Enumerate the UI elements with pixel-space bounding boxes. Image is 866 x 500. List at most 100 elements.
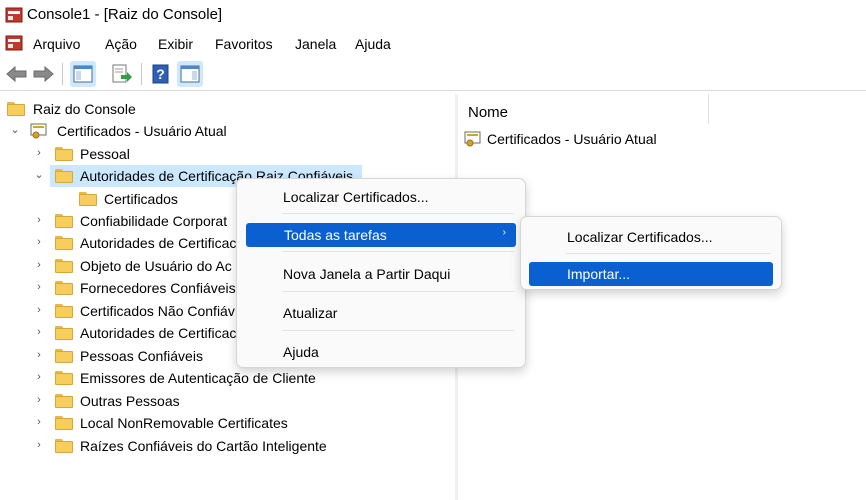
toolbar-separator <box>141 63 142 85</box>
export-list-button[interactable] <box>108 61 134 87</box>
svg-text:?: ? <box>156 66 165 82</box>
menu-separator <box>282 330 514 331</box>
back-arrow-icon <box>6 65 27 83</box>
forward-arrow-icon <box>33 65 54 83</box>
menu-ajuda[interactable]: Ajuda <box>355 36 391 52</box>
toolbar-separator <box>62 63 63 85</box>
tree-item-outras-pessoas[interactable]: › Outras Pessoas <box>0 390 455 412</box>
tree-item-label: Emissores de Autenticação de Cliente <box>80 370 316 386</box>
menu-item-label: Localizar Certificados... <box>567 229 713 245</box>
list-item[interactable]: Certificados - Usuário Atual <box>464 128 724 150</box>
chevron-down-icon[interactable]: ⌄ <box>9 124 21 136</box>
menu-separator <box>282 291 514 292</box>
tree-item-label: Autoridades de Certificac <box>80 325 237 341</box>
menu-item-localizar-certificados-sub[interactable]: Localizar Certificados... <box>529 225 773 249</box>
chevron-right-icon[interactable]: › <box>33 394 45 406</box>
folder-icon <box>55 214 73 228</box>
chevron-right-icon[interactable]: › <box>33 304 45 316</box>
context-menu: Localizar Certificados... Todas as taref… <box>236 178 526 368</box>
menu-item-label: Atualizar <box>283 305 338 321</box>
toolbar: ? <box>0 58 866 91</box>
menu-item-todas-tarefas[interactable]: Todas as tarefas › <box>246 223 516 247</box>
folder-icon <box>55 326 73 340</box>
column-header-nome[interactable]: Nome <box>458 94 709 124</box>
menu-exibir[interactable]: Exibir <box>158 36 193 52</box>
window-title: Console1 - [Raiz do Console] <box>27 6 223 23</box>
menu-acao[interactable]: Ação <box>105 36 137 52</box>
tree-item-label: Raiz do Console <box>33 101 136 117</box>
chevron-right-icon[interactable]: › <box>33 371 45 383</box>
chevron-right-icon[interactable]: › <box>33 214 45 226</box>
show-hide-tree-icon <box>73 65 93 83</box>
chevron-right-icon[interactable]: › <box>33 281 45 293</box>
menu-item-localizar-certificados[interactable]: Localizar Certificados... <box>245 185 517 209</box>
chevron-right-icon[interactable]: › <box>33 439 45 451</box>
tree-item-label: Certificados Não Confiáv <box>80 303 235 319</box>
show-hide-action-pane-icon <box>180 65 200 83</box>
tree-item-label: Autoridades de Certificac <box>80 235 237 251</box>
export-list-icon <box>112 64 132 83</box>
mmc-app-icon <box>5 7 23 23</box>
folder-icon <box>55 259 73 273</box>
menu-janela[interactable]: Janela <box>295 36 336 52</box>
title-bar: Console1 - [Raiz do Console] <box>0 0 866 30</box>
tree-item-label: Outras Pessoas <box>80 393 180 409</box>
tree-item-root[interactable]: Raiz do Console <box>0 98 455 120</box>
menu-arquivo[interactable]: Arquivo <box>33 36 80 52</box>
column-header-label: Nome <box>468 104 509 121</box>
show-hide-action-pane-button[interactable] <box>177 61 203 87</box>
menu-item-atualizar[interactable]: Atualizar <box>245 301 517 325</box>
certificate-store-icon <box>30 123 47 139</box>
back-button[interactable] <box>4 61 30 87</box>
folder-icon <box>7 102 25 116</box>
menu-item-label: Importar... <box>567 266 631 282</box>
tree-item-certificados-usuario[interactable]: ⌄ Certificados - Usuário Atual <box>0 120 455 142</box>
menu-item-nova-janela[interactable]: Nova Janela a Partir Daqui <box>245 262 517 286</box>
chevron-right-icon[interactable]: › <box>33 147 45 159</box>
menu-item-label: Ajuda <box>283 344 319 360</box>
menu-separator <box>282 213 514 214</box>
menu-bar: Arquivo Ação Exibir Favoritos Janela Aju… <box>0 30 866 58</box>
tree-item-pessoal[interactable]: › Pessoal <box>0 143 455 165</box>
show-hide-tree-button[interactable] <box>70 61 96 87</box>
chevron-down-icon[interactable]: ⌄ <box>33 169 45 181</box>
folder-icon <box>55 394 73 408</box>
folder-icon <box>55 236 73 250</box>
tree-item-emissores[interactable]: › Emissores de Autenticação de Cliente <box>0 367 455 389</box>
menu-separator <box>566 253 771 254</box>
folder-icon <box>55 281 73 295</box>
menu-item-importar[interactable]: Importar... <box>529 262 773 286</box>
folder-icon <box>79 192 97 206</box>
tree-item-raizes-cartao[interactable]: › Raízes Confiáveis do Cartão Inteligent… <box>0 435 455 457</box>
folder-icon <box>55 371 73 385</box>
menu-item-label: Nova Janela a Partir Daqui <box>283 266 451 282</box>
system-menu-icon[interactable] <box>5 35 23 51</box>
menu-separator <box>282 251 514 252</box>
chevron-right-icon[interactable]: › <box>33 416 45 428</box>
menu-item-ajuda[interactable]: Ajuda <box>245 340 517 364</box>
certificate-store-icon <box>464 131 481 147</box>
menu-favoritos[interactable]: Favoritos <box>215 36 273 52</box>
menu-item-label: Todas as tarefas <box>284 227 387 243</box>
submenu: Localizar Certificados... Importar... <box>520 216 782 290</box>
chevron-right-icon[interactable]: › <box>33 236 45 248</box>
chevron-right-icon[interactable]: › <box>33 259 45 271</box>
chevron-right-icon[interactable]: › <box>33 349 45 361</box>
tree-item-label: Pessoas Confiáveis <box>80 348 203 364</box>
folder-icon <box>55 439 73 453</box>
tree-item-label: Pessoal <box>80 146 130 162</box>
folder-icon <box>55 416 73 430</box>
folder-icon <box>55 304 73 318</box>
help-button[interactable]: ? <box>148 61 174 87</box>
tree-item-label: Raízes Confiáveis do Cartão Inteligente <box>80 438 327 454</box>
menu-item-label: Localizar Certificados... <box>283 189 429 205</box>
folder-icon <box>55 349 73 363</box>
tree-item-label: Certificados <box>104 191 178 207</box>
folder-icon <box>55 169 73 183</box>
chevron-right-icon[interactable]: › <box>33 326 45 338</box>
tree-item-label: Fornecedores Confiáveis <box>80 280 236 296</box>
list-item-label: Certificados - Usuário Atual <box>487 131 657 147</box>
tree-item-local-nonremovable[interactable]: › Local NonRemovable Certificates <box>0 412 455 434</box>
forward-button[interactable] <box>30 61 56 87</box>
help-icon: ? <box>152 64 169 84</box>
